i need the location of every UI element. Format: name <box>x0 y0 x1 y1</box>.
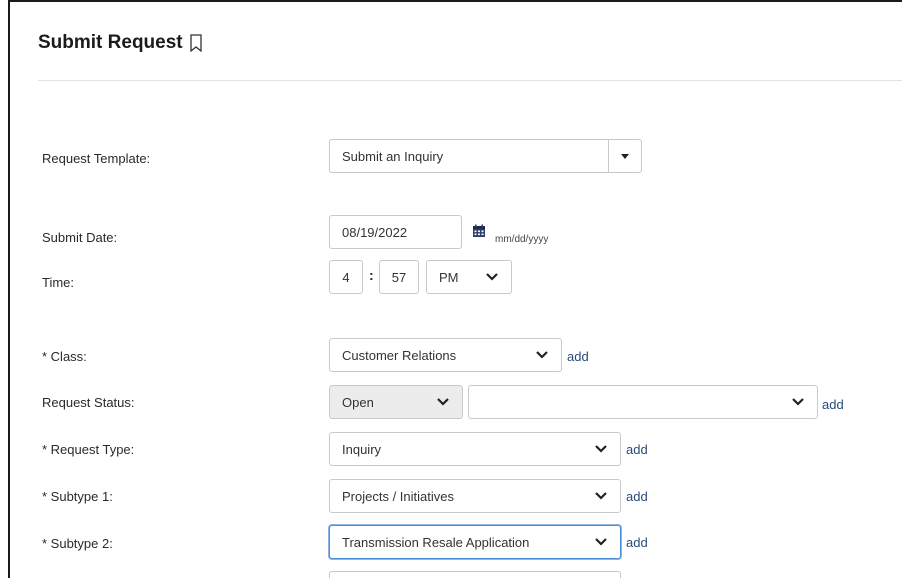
time-label: Time: <box>42 275 75 290</box>
page-title: Submit Request <box>38 32 183 53</box>
chevron-down-icon <box>536 351 548 359</box>
request-template-value: Submit an Inquiry <box>342 148 444 164</box>
class-add-link[interactable]: add <box>567 349 589 364</box>
request-type-value: Inquiry <box>342 441 382 457</box>
request-template-select[interactable]: Submit an Inquiry <box>329 139 642 173</box>
bookmark-icon[interactable] <box>189 34 203 52</box>
chevron-down-icon <box>792 398 804 406</box>
subtype1-add-link[interactable]: add <box>626 489 648 504</box>
time-minute-input[interactable]: 57 <box>379 260 419 294</box>
subtype2-value: Transmission Resale Application <box>342 534 530 550</box>
request-template-dropdown-button[interactable] <box>608 140 641 172</box>
date-format-hint: mm/dd/yyyy <box>495 234 549 245</box>
time-ampm-select[interactable]: PM <box>426 260 512 294</box>
subtype1-value: Projects / Initiatives <box>342 488 454 504</box>
chevron-down-icon <box>437 398 449 406</box>
request-status-value: Open <box>342 394 374 410</box>
title-row: Submit Request <box>38 32 203 54</box>
time-hour-input[interactable]: 4 <box>329 260 363 294</box>
page-frame: Submit Request Request Template: Submit … <box>8 0 902 578</box>
class-label: * Class: <box>42 349 87 364</box>
subtype2-select[interactable]: Transmission Resale Application <box>329 525 621 559</box>
chevron-down-icon <box>486 273 498 281</box>
subtype2-add-link[interactable]: add <box>626 535 648 550</box>
class-value: Customer Relations <box>342 347 457 363</box>
class-select[interactable]: Customer Relations <box>329 338 562 372</box>
time-minute-value: 57 <box>391 269 407 285</box>
time-separator: : <box>369 267 374 283</box>
subtype1-select[interactable]: Projects / Initiatives <box>329 479 621 513</box>
request-status-select[interactable]: Open <box>329 385 463 419</box>
chevron-down-icon <box>595 445 607 453</box>
calendar-icon[interactable] <box>472 224 486 238</box>
submit-date-input[interactable]: 08/19/2022 <box>329 215 462 249</box>
request-type-select[interactable]: Inquiry <box>329 432 621 466</box>
request-template-label: Request Template: <box>42 151 151 166</box>
chevron-down-icon <box>595 538 607 546</box>
next-field-select[interactable] <box>329 571 621 578</box>
time-hour-value: 4 <box>342 269 350 285</box>
submit-date-value: 08/19/2022 <box>342 224 408 240</box>
subtype1-label: * Subtype 1: <box>42 489 113 504</box>
time-ampm-value: PM <box>439 269 459 285</box>
caret-down-icon <box>621 153 629 159</box>
request-status-secondary-select[interactable] <box>468 385 818 419</box>
request-status-label: Request Status: <box>42 395 135 410</box>
header-divider <box>38 80 902 81</box>
request-status-add-link[interactable]: add <box>822 397 844 412</box>
request-type-add-link[interactable]: add <box>626 442 648 457</box>
submit-date-label: Submit Date: <box>42 230 118 245</box>
subtype2-label: * Subtype 2: <box>42 536 113 551</box>
request-type-label: * Request Type: <box>42 442 135 457</box>
chevron-down-icon <box>595 492 607 500</box>
